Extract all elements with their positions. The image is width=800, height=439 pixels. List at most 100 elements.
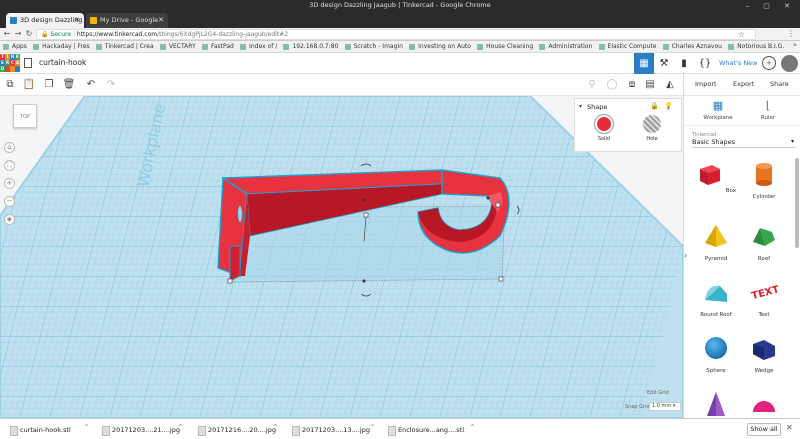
shape-pyramid[interactable]: Pyramid xyxy=(696,222,736,262)
bookmark-item[interactable]: FastPad xyxy=(201,41,234,52)
solid-option[interactable]: Solid xyxy=(589,115,619,142)
download-menu-icon[interactable]: ^ xyxy=(273,424,278,431)
download-item[interactable]: 20171203....21....jpg xyxy=(102,424,180,436)
reload-icon[interactable]: ↻ xyxy=(24,29,34,39)
zoom-out-icon[interactable]: − xyxy=(4,196,15,207)
bookmark-item[interactable]: Administration xyxy=(539,41,592,52)
round-roof-icon xyxy=(705,285,727,302)
tab-tinkercad[interactable]: 3D design Dazzling ✕ xyxy=(6,13,84,28)
download-item[interactable]: curtain-hook.stl xyxy=(10,424,71,436)
tinkercad-logo[interactable]: TINK ERCA D xyxy=(0,54,20,73)
ruler-button[interactable]: ⌊ Ruler xyxy=(748,100,788,122)
shape-wedge[interactable]: Wedge xyxy=(744,334,784,374)
hole-option[interactable]: Hole xyxy=(637,115,667,142)
close-tab-icon[interactable]: ✕ xyxy=(74,13,80,28)
bookmark-item[interactable]: VECTARY xyxy=(159,41,196,52)
text-icon: TEXT xyxy=(750,284,780,302)
zoom-in-icon[interactable]: + xyxy=(4,178,15,189)
shape-text[interactable]: TEXT Text xyxy=(744,278,784,318)
lock-icon[interactable]: 🔒 xyxy=(650,102,659,110)
design-menu-icon[interactable] xyxy=(24,58,32,68)
download-menu-icon[interactable]: ^ xyxy=(370,424,375,431)
bookmark-star-icon[interactable]: ☆ xyxy=(738,30,745,39)
forward-icon[interactable]: → xyxy=(13,29,23,39)
delete-icon[interactable]: 🗑 xyxy=(62,78,76,92)
align-icon[interactable]: ▤ xyxy=(643,78,657,92)
close-shelf-icon[interactable]: ✕ xyxy=(786,423,793,432)
shape-box[interactable]: Box xyxy=(696,160,736,194)
collapse-panel-icon[interactable]: › xyxy=(684,250,690,262)
shape-half-sphere[interactable] xyxy=(744,390,784,418)
chrome-menu-icon[interactable]: ⋮ xyxy=(786,29,796,39)
3d-view-grid-icon[interactable]: ▦ xyxy=(634,53,654,74)
download-menu-icon[interactable]: ^ xyxy=(84,424,89,431)
home-view-icon[interactable]: ⌂ xyxy=(4,142,15,153)
collapse-inspector-icon[interactable]: ▾ xyxy=(579,103,582,110)
paste-icon[interactable]: 📋 xyxy=(22,78,36,92)
url-path: /things/6XdgPjL2G4-dazzling-jaagub/edit#… xyxy=(157,31,289,38)
workplane-ruler-row: ▦ Workplane ⌊ Ruler xyxy=(684,96,800,126)
shape-label: Pyramid xyxy=(704,256,728,262)
notes-pin-icon[interactable]: ⚲ xyxy=(585,78,599,92)
view-cube[interactable]: TOP xyxy=(13,104,37,128)
download-menu-icon[interactable]: ^ xyxy=(470,424,475,431)
bookmark-item[interactable]: Charles Aznavou xyxy=(662,41,722,52)
shape-sphere[interactable]: Sphere xyxy=(696,334,736,374)
undo-icon[interactable]: ↶ xyxy=(84,78,98,92)
import-button[interactable]: Import xyxy=(695,80,717,88)
light-bulb-icon[interactable]: ◯ xyxy=(605,78,619,92)
download-item[interactable]: 20171216....20....jpg xyxy=(198,424,276,436)
copy-icon[interactable]: ⧉ xyxy=(3,78,17,92)
codeblocks-icon[interactable]: {} xyxy=(695,53,715,74)
shape-roof[interactable]: Roof xyxy=(744,222,784,262)
snap-grid-select[interactable]: 1.0 mm ▾ xyxy=(649,402,681,411)
fit-view-icon[interactable]: ⛶ xyxy=(4,160,15,171)
bookmark-item[interactable]: Hackaday | Fres xyxy=(33,41,90,52)
3d-viewport[interactable]: Workplane TOP ⌂ ⛶ + − ◈ Shape ▾ 🔒 💡 Soli… xyxy=(0,96,683,418)
bookmark-item[interactable]: 192.168.0.7:80 xyxy=(283,41,338,52)
workplane-button[interactable]: ▦ Workplane xyxy=(698,100,738,122)
edit-grid-button[interactable]: Edit Grid xyxy=(647,390,669,396)
shape-cone[interactable] xyxy=(696,390,736,418)
panel-scrollbar[interactable] xyxy=(795,158,799,248)
export-button[interactable]: Export xyxy=(733,80,754,88)
bookmark-item[interactable]: Index of / xyxy=(240,41,277,52)
design-title[interactable]: curtain-hook xyxy=(39,58,86,67)
back-icon[interactable]: ← xyxy=(2,29,12,39)
perspective-icon[interactable]: ◈ xyxy=(4,214,15,225)
tab-my-drive[interactable]: My Drive - Google ✕ xyxy=(86,13,168,28)
lego-brick-icon[interactable]: ▮ xyxy=(674,53,694,74)
bookmark-item[interactable]: Apps xyxy=(3,41,27,52)
add-user-icon[interactable]: + xyxy=(762,56,776,70)
bookmarks-overflow-icon[interactable]: » xyxy=(793,41,797,49)
url-field[interactable]: 🔒 Secure | https://www.tinkercad.com/thi… xyxy=(36,29,756,40)
group-icon[interactable]: ⧈ xyxy=(625,78,639,92)
bookmark-item[interactable]: Notorious B.I.G. xyxy=(728,41,784,52)
download-item[interactable]: Enclosure...ang....stl xyxy=(388,424,464,436)
download-item[interactable]: 20171203....13....jpg xyxy=(292,424,370,436)
blocks-hammer-icon[interactable]: ⚒ xyxy=(654,53,674,74)
whats-new-link[interactable]: What's New xyxy=(719,59,758,67)
share-button[interactable]: Share xyxy=(770,80,789,88)
avatar[interactable] xyxy=(781,55,798,72)
tinkercad-header: TINK ERCA D curtain-hook ▦ ⚒ ▮ {} What's… xyxy=(0,53,800,74)
mirror-icon[interactable]: ◭ xyxy=(663,78,677,92)
close-tab-icon[interactable]: ✕ xyxy=(158,13,164,28)
bookmark-item[interactable]: Elastic Compute xyxy=(598,41,656,52)
shape-cylinder[interactable]: Cylinder xyxy=(744,160,784,200)
redo-icon[interactable]: ↷ xyxy=(104,78,118,92)
bookmark-item[interactable]: Tinkercad | Crea xyxy=(95,41,154,52)
visibility-bulb-icon[interactable]: 💡 xyxy=(664,102,673,110)
bookmark-item[interactable]: Investing on Auto xyxy=(409,41,471,52)
duplicate-icon[interactable]: ❐ xyxy=(42,78,56,92)
tinkercad-favicon-icon xyxy=(10,17,17,24)
download-menu-icon[interactable]: ^ xyxy=(178,424,183,431)
bookmark-item[interactable]: Scratch - Imagin xyxy=(344,41,403,52)
half-sphere-icon xyxy=(753,401,775,412)
shape-library-dropdown[interactable]: Basic Shapes ▾ xyxy=(692,138,796,148)
show-all-downloads-button[interactable]: Show all xyxy=(747,423,781,436)
shape-round-roof[interactable]: Round Roof xyxy=(696,278,736,318)
bookmarks-bar: Apps Hackaday | Fres Tinkercad | Crea VE… xyxy=(0,41,800,53)
shape-label: Sphere xyxy=(706,368,726,374)
bookmark-item[interactable]: House Cleaning xyxy=(477,41,533,52)
